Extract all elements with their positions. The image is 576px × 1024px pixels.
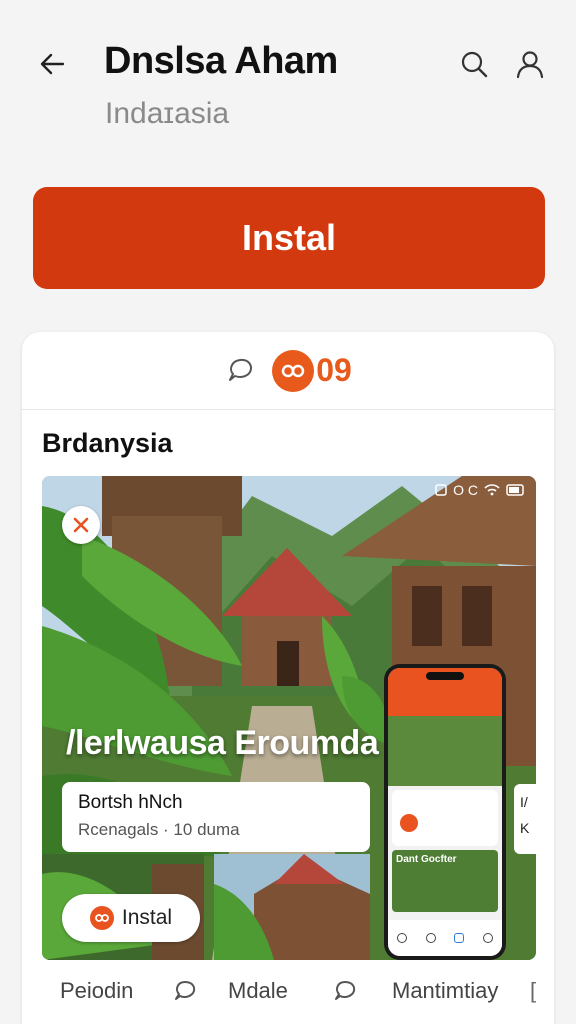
- status-text: O C: [453, 482, 478, 498]
- rating-badge: 09: [272, 349, 352, 392]
- phone-card: [392, 790, 498, 846]
- app-title: Dnslsa Aham: [104, 40, 338, 82]
- phone-nav-icon: [454, 933, 465, 943]
- preview-text: K: [520, 820, 530, 836]
- chat-bubble-icon[interactable]: [224, 354, 258, 388]
- phone-mockup: Dant Gocfter: [384, 664, 506, 960]
- bottom-nav-overflow[interactable]: [: [530, 978, 536, 1004]
- close-button[interactable]: [62, 506, 100, 544]
- phone-nav-icon: [425, 933, 436, 943]
- search-button[interactable]: [454, 44, 494, 84]
- phone-screen: Dant Gocfter: [388, 668, 502, 956]
- preview-text: I/: [520, 794, 528, 810]
- rating-dot-icon: [272, 349, 315, 392]
- user-icon: [516, 51, 544, 79]
- search-icon: [461, 51, 488, 78]
- bottom-nav-item[interactable]: Mantimtiay: [392, 978, 498, 1004]
- phone-label: Dant Gocfter: [396, 854, 457, 865]
- back-button[interactable]: [32, 44, 72, 84]
- gallery-install-label: Instal: [121, 906, 173, 929]
- app-subtitle: Indaɪasia: [105, 97, 230, 130]
- phone-dot-icon: [400, 814, 418, 832]
- chat-icon[interactable]: [170, 976, 200, 1006]
- phone-notch: [426, 672, 464, 680]
- install-icon: [89, 906, 114, 930]
- thumbnail-image[interactable]: [214, 854, 370, 960]
- chat-icon[interactable]: [330, 976, 360, 1006]
- info-card[interactable]: Bortsh hNch Rcenagals · 10 duma: [62, 782, 370, 852]
- screenshot-gallery[interactable]: O C /lerlwausa Eroumda Bortsh hNch Rcena…: [42, 476, 536, 960]
- camera-icon: [435, 484, 447, 496]
- gallery-overlay-title: /lerlwausa Eroumda: [66, 724, 379, 762]
- section-title: Brdanysia: [42, 428, 173, 458]
- install-button[interactable]: Instal: [33, 187, 545, 289]
- app-details-card: 09 Brdanysia O C /lerlwausa Eroumda Bort…: [22, 332, 554, 1024]
- profile-button[interactable]: [510, 44, 550, 84]
- bottom-nav-item[interactable]: Peiodin: [60, 978, 133, 1004]
- app-header: Dnslsa Aham Indaɪasia: [0, 0, 576, 160]
- battery-icon: [506, 484, 524, 496]
- bottom-navigation: Peiodin Mdale Mantimtiay [: [0, 958, 576, 1024]
- phone-nav-icon: [482, 933, 493, 943]
- info-card-subtitle: Rcenagals · 10 duma: [78, 820, 240, 839]
- next-card-preview[interactable]: I/ K: [514, 784, 536, 854]
- arrow-left-icon: [40, 53, 65, 75]
- rating-row: 09: [22, 332, 554, 410]
- phone-image: [388, 716, 502, 786]
- phone-nav: [388, 920, 502, 956]
- rating-value: 09: [316, 352, 352, 388]
- bottom-nav-item[interactable]: Mdale: [228, 978, 288, 1004]
- gallery-install-button[interactable]: Instal: [62, 894, 200, 942]
- thumbnail-scene: [214, 854, 370, 960]
- phone-nav-icon: [397, 933, 408, 943]
- close-icon: [73, 517, 89, 533]
- status-bar: O C: [435, 482, 526, 498]
- wifi-icon: [484, 484, 500, 496]
- info-card-title: Bortsh hNch: [78, 792, 183, 813]
